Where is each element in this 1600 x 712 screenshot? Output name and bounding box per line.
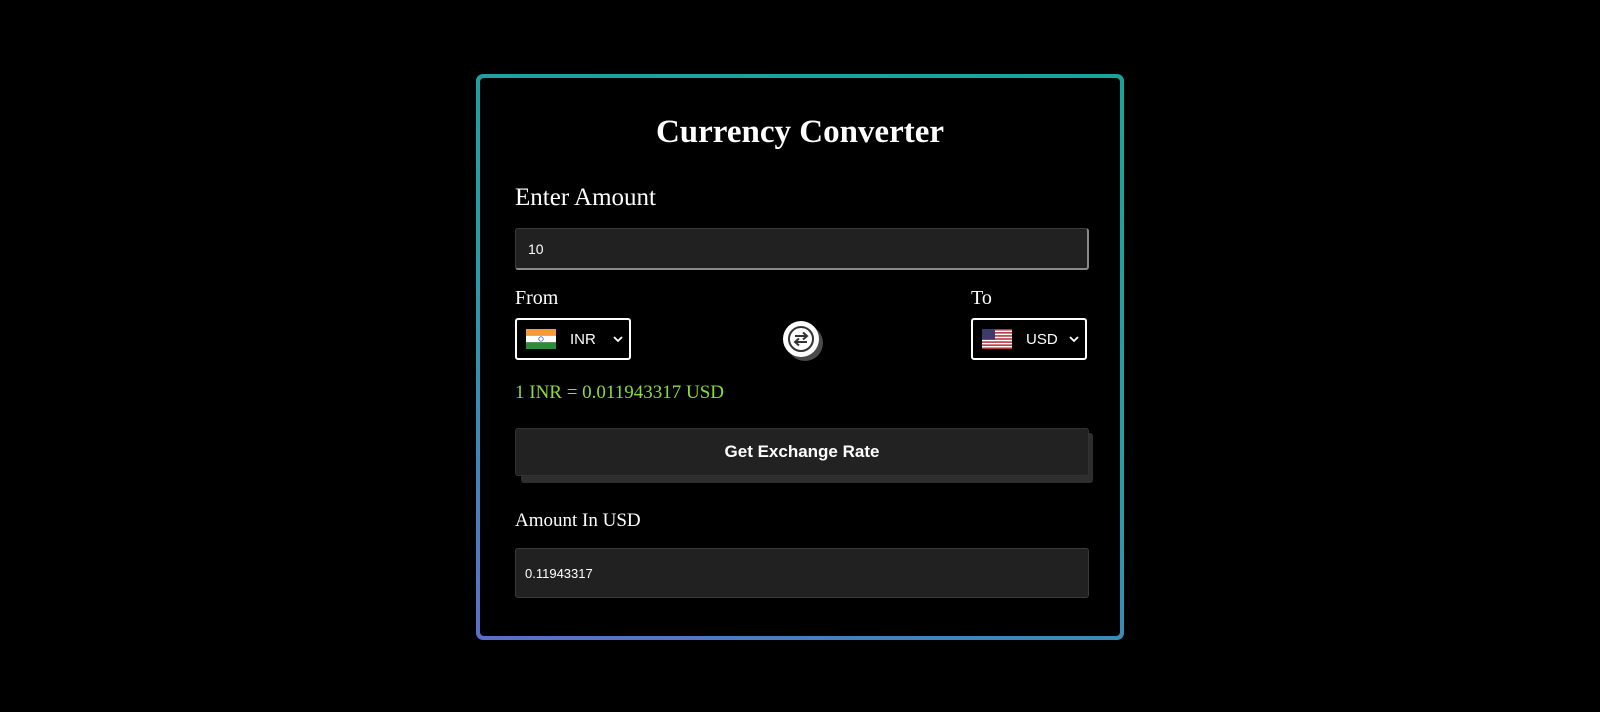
to-label: To: [971, 287, 992, 309]
usa-flag-icon: [982, 329, 1012, 349]
chevron-down-icon: [1069, 336, 1079, 343]
get-exchange-rate-button[interactable]: Get Exchange Rate: [515, 428, 1089, 476]
chevron-down-icon: [613, 336, 623, 343]
page-title: Currency Converter: [655, 114, 945, 150]
amount-input[interactable]: [515, 228, 1089, 270]
amount-label: Enter Amount: [515, 184, 656, 211]
swap-arrows-icon: [788, 326, 814, 352]
converter-card-border: Currency Converter Enter Amount From INR: [476, 74, 1124, 640]
from-label: From: [515, 287, 559, 309]
from-currency-select[interactable]: INR: [515, 318, 631, 360]
result-label: Amount In USD: [515, 510, 641, 531]
india-flag-icon: [526, 329, 556, 349]
swap-button-wrap: [783, 321, 823, 361]
exchange-rate-text: 1 INR = 0.011943317 USD: [515, 382, 724, 403]
swap-currencies-button[interactable]: [783, 321, 819, 357]
converter-card: Currency Converter Enter Amount From INR: [480, 78, 1120, 636]
result-output-field[interactable]: [515, 548, 1089, 598]
from-currency-code: INR: [570, 330, 596, 348]
to-currency-code: USD: [1026, 330, 1058, 348]
to-currency-select[interactable]: USD: [971, 318, 1087, 360]
